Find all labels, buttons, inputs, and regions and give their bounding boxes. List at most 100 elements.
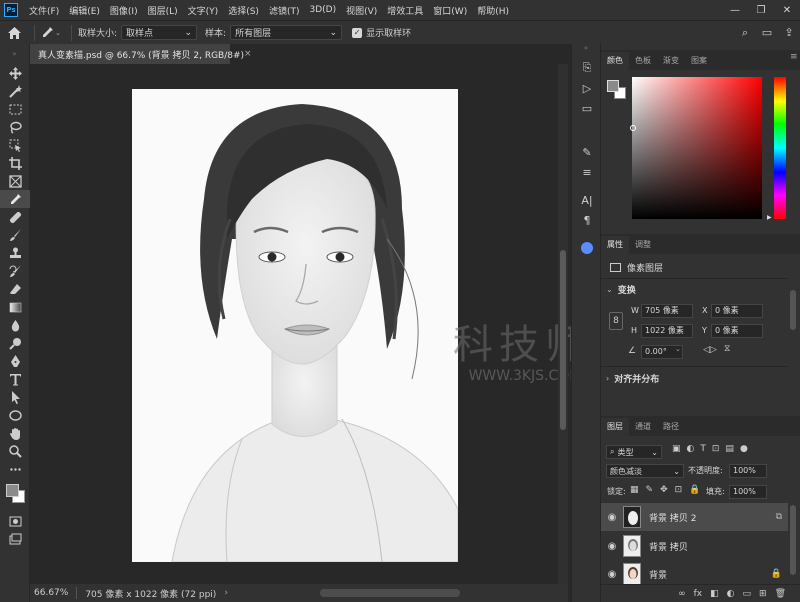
quick-mask-icon[interactable] — [0, 512, 30, 530]
gradient-tool-icon[interactable] — [0, 298, 30, 316]
new-layer-icon[interactable]: ⊞ — [759, 589, 767, 599]
tab-layers[interactable]: 图层 — [601, 418, 629, 436]
share-icon[interactable]: ⇪ — [778, 26, 800, 39]
sample-size-select[interactable]: 取样点 ⌄ — [121, 25, 198, 40]
history-icon[interactable]: ⎘ — [572, 58, 602, 78]
layer-name[interactable]: 背景 拷贝 — [649, 540, 688, 553]
panel-menu-icon[interactable]: ≡ — [790, 52, 798, 62]
eye-icon[interactable]: ◉ — [601, 569, 623, 580]
filter-pixel-icon[interactable]: ▣ — [672, 444, 681, 454]
properties-scrollbar[interactable] — [790, 290, 796, 330]
status-menu-chevron-icon[interactable]: › — [224, 588, 228, 598]
height-field[interactable]: 1022 像素 — [641, 324, 693, 338]
layer-name[interactable]: 背景 — [649, 568, 667, 581]
clone-stamp-tool-icon[interactable] — [0, 244, 30, 262]
new-adjustment-icon[interactable]: ◐ — [727, 589, 735, 599]
menu-view[interactable]: 视图(V) — [341, 4, 382, 17]
opacity-field[interactable]: 100% — [729, 464, 767, 478]
sample-select[interactable]: 所有图层 ⌄ — [230, 25, 343, 40]
menu-type[interactable]: 文字(Y) — [183, 4, 224, 17]
screen-mode-icon[interactable] — [0, 530, 30, 548]
tab-paths[interactable]: 路径 — [657, 418, 685, 436]
foreground-color-chip[interactable] — [607, 80, 619, 92]
marquee-tool-icon[interactable] — [0, 100, 30, 118]
path-selection-tool-icon[interactable] — [0, 388, 30, 406]
zoom-level[interactable]: 66.67% — [30, 588, 76, 598]
home-icon[interactable] — [0, 26, 28, 39]
brushes-icon[interactable]: ≡ — [572, 162, 602, 182]
eyedropper-tool-icon[interactable] — [0, 190, 30, 208]
brush-settings-icon[interactable]: ✎ — [572, 142, 602, 162]
comments-icon[interactable]: ▭ — [572, 98, 602, 118]
tab-properties[interactable]: 属性 — [601, 236, 629, 254]
menu-layer[interactable]: 图层(L) — [143, 4, 183, 17]
frame-tool-icon[interactable] — [0, 172, 30, 190]
restore-button[interactable]: ❐ — [748, 5, 774, 16]
fill-field[interactable]: 100% — [729, 485, 767, 499]
add-mask-icon[interactable]: ◧ — [710, 589, 719, 599]
lock-transparency-icon[interactable]: ▦ — [630, 485, 639, 495]
layer-row-background-copy-2[interactable]: ◉ 背景 拷贝 2 ⧉ — [601, 503, 788, 531]
eyedropper-preset-icon[interactable]: ⌄ — [41, 26, 65, 39]
magic-wand-tool-icon[interactable] — [0, 82, 30, 100]
menu-help[interactable]: 帮助(H) — [472, 4, 514, 17]
eye-icon[interactable]: ◉ — [601, 541, 623, 552]
more-tools-icon[interactable] — [0, 460, 30, 478]
actions-icon[interactable]: ▷ — [572, 78, 602, 98]
libraries-icon[interactable] — [572, 238, 602, 258]
menu-file[interactable]: 文件(F) — [24, 4, 64, 17]
object-select-tool-icon[interactable] — [0, 136, 30, 154]
align-section-header[interactable]: › 对齐并分布 — [606, 372, 659, 385]
menu-window[interactable]: 窗口(W) — [428, 4, 472, 17]
move-tool-icon[interactable] — [0, 64, 30, 82]
x-field[interactable]: 0 像素 — [711, 304, 763, 318]
add-style-icon[interactable]: fx — [694, 589, 703, 599]
flip-vertical-icon[interactable]: ⧖ — [724, 344, 730, 354]
hue-slider-handle-icon[interactable]: ▶ — [767, 214, 772, 221]
healing-brush-tool-icon[interactable] — [0, 208, 30, 226]
horizontal-scrollbar-thumb[interactable] — [320, 589, 460, 597]
color-picker-ring[interactable] — [630, 125, 636, 131]
filter-type-icon[interactable]: T — [700, 444, 706, 454]
collapse-icon[interactable]: » — [0, 44, 29, 64]
width-field[interactable]: 705 像素 — [641, 304, 693, 318]
document-tab[interactable]: 真人变素描.psd @ 66.7% (背景 拷贝 2, RGB/8#) × — [30, 44, 252, 64]
character-icon[interactable]: A| — [572, 190, 602, 210]
shape-tool-icon[interactable] — [0, 406, 30, 424]
lock-pixels-icon[interactable]: ✎ — [646, 485, 654, 495]
new-group-icon[interactable]: ▭ — [743, 589, 752, 599]
crop-tool-icon[interactable] — [0, 154, 30, 172]
tab-swatches[interactable]: 色板 — [629, 52, 657, 70]
layer-name[interactable]: 背景 拷贝 2 — [649, 511, 696, 524]
blend-mode-select[interactable]: 颜色减淡 ⌄ — [606, 464, 684, 478]
layer-row-background-copy[interactable]: ◉ 背景 拷贝 — [601, 532, 788, 560]
filter-adjustment-icon[interactable]: ◐ — [687, 444, 695, 454]
tab-adjustments[interactable]: 调整 — [629, 236, 657, 254]
lasso-tool-icon[interactable] — [0, 118, 30, 136]
show-ring-checkbox[interactable]: ✓ — [352, 27, 363, 38]
flip-horizontal-icon[interactable]: ◁▷ — [703, 345, 717, 355]
search-icon[interactable]: ⌕ — [734, 26, 756, 40]
eye-icon[interactable]: ◉ — [601, 512, 623, 523]
tab-patterns[interactable]: 图案 — [685, 52, 713, 70]
eraser-tool-icon[interactable] — [0, 280, 30, 298]
delete-layer-icon[interactable]: 🗑 — [775, 589, 786, 599]
menu-filter[interactable]: 滤镜(T) — [264, 4, 305, 17]
menu-edit[interactable]: 编辑(E) — [64, 4, 105, 17]
lock-artboard-icon[interactable]: ⊡ — [675, 485, 683, 495]
hand-tool-icon[interactable] — [0, 424, 30, 442]
photoshop-logo-icon[interactable]: Ps — [4, 3, 18, 17]
lock-all-icon[interactable]: 🔒 — [689, 485, 700, 495]
close-tab-icon[interactable]: × — [244, 49, 252, 59]
chevron-down-icon[interactable]: ⌄ — [675, 345, 681, 353]
close-window-button[interactable]: ✕ — [774, 5, 800, 16]
zoom-tool-icon[interactable] — [0, 442, 30, 460]
menu-3d[interactable]: 3D(D) — [304, 5, 341, 15]
workspace-icon[interactable]: ▭ — [756, 26, 778, 39]
filter-toggle-icon[interactable]: ● — [740, 444, 748, 454]
transform-section-header[interactable]: ⌄ 变换 — [606, 283, 636, 296]
blur-tool-icon[interactable] — [0, 316, 30, 334]
link-layers-icon[interactable]: ∞ — [678, 589, 686, 599]
menu-image[interactable]: 图像(I) — [105, 4, 143, 17]
lock-position-icon[interactable]: ✥ — [660, 485, 668, 495]
